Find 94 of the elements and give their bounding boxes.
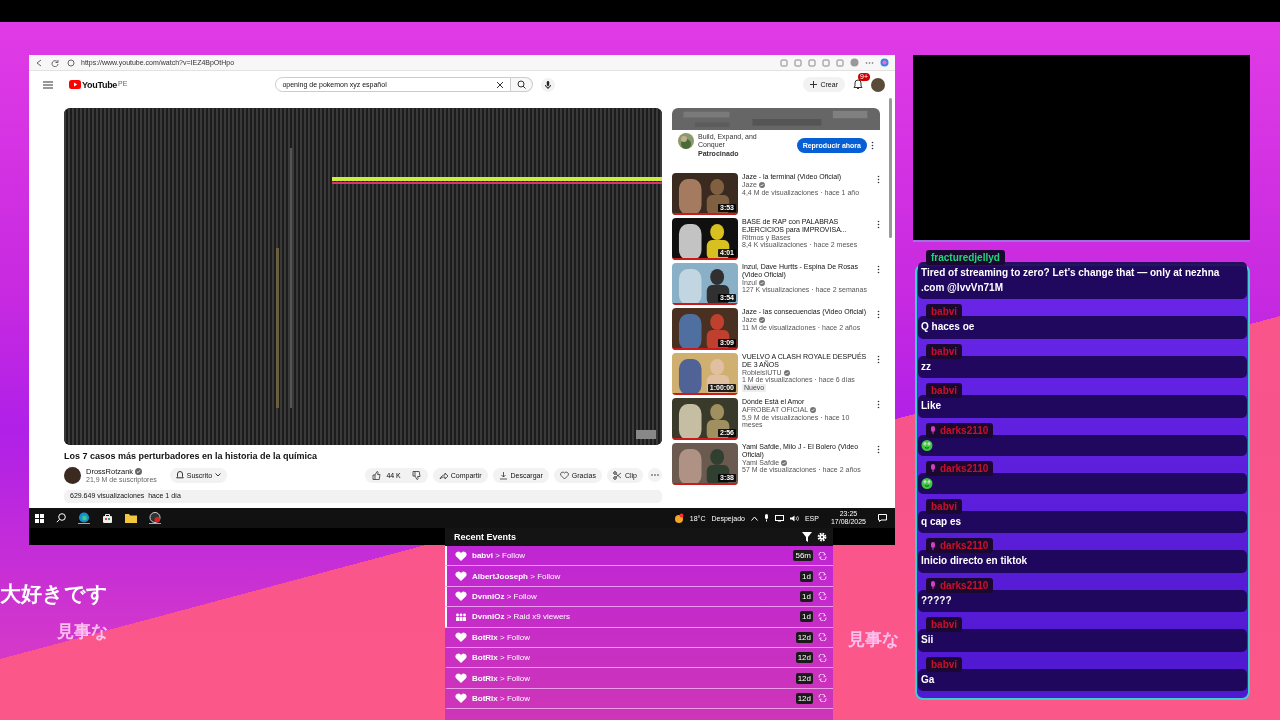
- replay-icon[interactable]: [818, 694, 827, 703]
- thumbs-down-icon: [411, 470, 421, 480]
- replay-icon[interactable]: [818, 653, 827, 662]
- event-age: 1d: [800, 570, 813, 582]
- event-age: 12d: [795, 652, 813, 664]
- settings-icon[interactable]: [817, 532, 827, 542]
- message-text: zz: [921, 359, 931, 374]
- event-row[interactable]: DvnniOz > Raid x9 viewers 1d: [445, 607, 833, 628]
- recorder-icon[interactable]: [149, 512, 161, 524]
- message-text: ?????: [921, 593, 952, 608]
- channel-avatar[interactable]: [64, 466, 81, 484]
- replay-icon[interactable]: [818, 674, 827, 683]
- bell-icon[interactable]: [853, 79, 863, 90]
- heart-icon: [455, 693, 467, 704]
- event-age: 1d: [800, 611, 813, 623]
- event-text: BotRix > Follow: [472, 673, 530, 683]
- message-text: Sii: [921, 633, 934, 647]
- download-icon: [498, 470, 508, 480]
- chevron-up-icon[interactable]: [750, 515, 758, 521]
- notification-icon[interactable]: [878, 514, 887, 522]
- heart-icon: [455, 632, 467, 643]
- overlay-text: 見事な: [848, 628, 899, 651]
- heart-icon: [455, 550, 467, 561]
- plus-icon: [810, 81, 818, 88]
- search-icon: [517, 80, 527, 89]
- browser-icon[interactable]: [78, 512, 90, 524]
- search-button[interactable]: [511, 77, 534, 92]
- message-text: Inicio directo en tiktok: [921, 554, 1028, 568]
- event-row[interactable]: AlbertJooseph > Follow 1d: [445, 566, 833, 587]
- network-icon[interactable]: [774, 514, 784, 522]
- heart-icon: [455, 591, 467, 602]
- message-text: Tired of streaming to zero? Let’s change that — only at nezhna .com @lvvVn71M: [921, 266, 1221, 295]
- reload-icon[interactable]: [51, 58, 59, 67]
- windows-start-icon[interactable]: [35, 513, 44, 523]
- message-text: q cap es: [921, 514, 962, 529]
- heart-icon: [455, 652, 467, 663]
- emote-icon: [921, 439, 933, 451]
- store-icon[interactable]: [102, 512, 113, 524]
- event-row[interactable]: BotRix > Follow 12d: [445, 668, 833, 689]
- profile-icon[interactable]: [850, 58, 859, 67]
- microphone-icon[interactable]: [763, 514, 769, 522]
- message-text: Q haces oe: [921, 320, 975, 334]
- search-icon[interactable]: [56, 513, 66, 523]
- heart-icon: [455, 571, 467, 582]
- event-row[interactable]: BotRix > Follow 12d: [445, 688, 833, 710]
- bell-icon: [175, 471, 184, 479]
- event-age: 56m: [793, 550, 813, 562]
- event-row[interactable]: DvnniOz > Follow 1d: [445, 586, 833, 608]
- panel-title: Recent Events: [454, 532, 517, 542]
- caret-icon: [215, 473, 222, 477]
- emote-icon: [921, 477, 933, 489]
- replay-icon[interactable]: [818, 572, 827, 581]
- event-age: 12d: [795, 672, 813, 684]
- replay-icon[interactable]: [818, 612, 827, 621]
- event-row[interactable]: BotRix > Follow 12d: [445, 647, 833, 669]
- scissors-icon: [612, 470, 622, 480]
- people-icon: [455, 611, 467, 622]
- replay-icon[interactable]: [818, 551, 827, 560]
- microphone-icon[interactable]: [541, 77, 556, 92]
- username-tag[interactable]: fracturedjellyd: [926, 250, 1005, 265]
- weather-icon[interactable]: [673, 513, 684, 523]
- menu-icon[interactable]: [43, 80, 53, 89]
- message-text: Ga: [921, 672, 935, 687]
- message-text: Like: [921, 399, 941, 413]
- thumbs-up-icon: [372, 470, 382, 480]
- share-icon: [438, 470, 448, 480]
- scrollbar[interactable]: [889, 98, 892, 238]
- video-title: Los 7 casos más perturbadores en la historia de la química: [64, 451, 319, 461]
- avatar[interactable]: [871, 77, 885, 92]
- info-icon[interactable]: [67, 58, 75, 67]
- event-text: DvnniOz > Follow: [472, 591, 537, 601]
- overlay-text: 見事な: [57, 620, 108, 643]
- logo-text[interactable]: YouTube: [82, 79, 118, 90]
- event-row[interactable]: babvi > Follow 56m: [445, 546, 833, 567]
- event-row[interactable]: BotRix > Follow 12d: [445, 627, 833, 648]
- event-age: 12d: [795, 692, 813, 704]
- event-text: babvi > Follow: [472, 551, 526, 561]
- event-age: 12d: [795, 631, 813, 643]
- overlay-text: 大好きです: [0, 581, 108, 608]
- speaker-icon[interactable]: [789, 514, 799, 522]
- replay-icon[interactable]: [818, 592, 827, 601]
- play-logo-icon[interactable]: [69, 80, 81, 89]
- back-icon[interactable]: [35, 58, 43, 67]
- event-text: BotRix > Follow: [472, 693, 530, 703]
- event-age: 1d: [800, 590, 813, 602]
- heart-icon: [455, 673, 467, 684]
- event-text: BotRix > Follow: [472, 653, 530, 663]
- replay-icon[interactable]: [818, 633, 827, 642]
- event-text: BotRix > Follow: [472, 632, 530, 642]
- event-text: DvnniOz > Raid x9 viewers: [472, 612, 571, 622]
- event-text: AlbertJooseph > Follow: [472, 571, 561, 581]
- filter-icon[interactable]: [802, 532, 812, 542]
- folder-icon[interactable]: [125, 513, 137, 523]
- clear-icon[interactable]: [496, 80, 505, 89]
